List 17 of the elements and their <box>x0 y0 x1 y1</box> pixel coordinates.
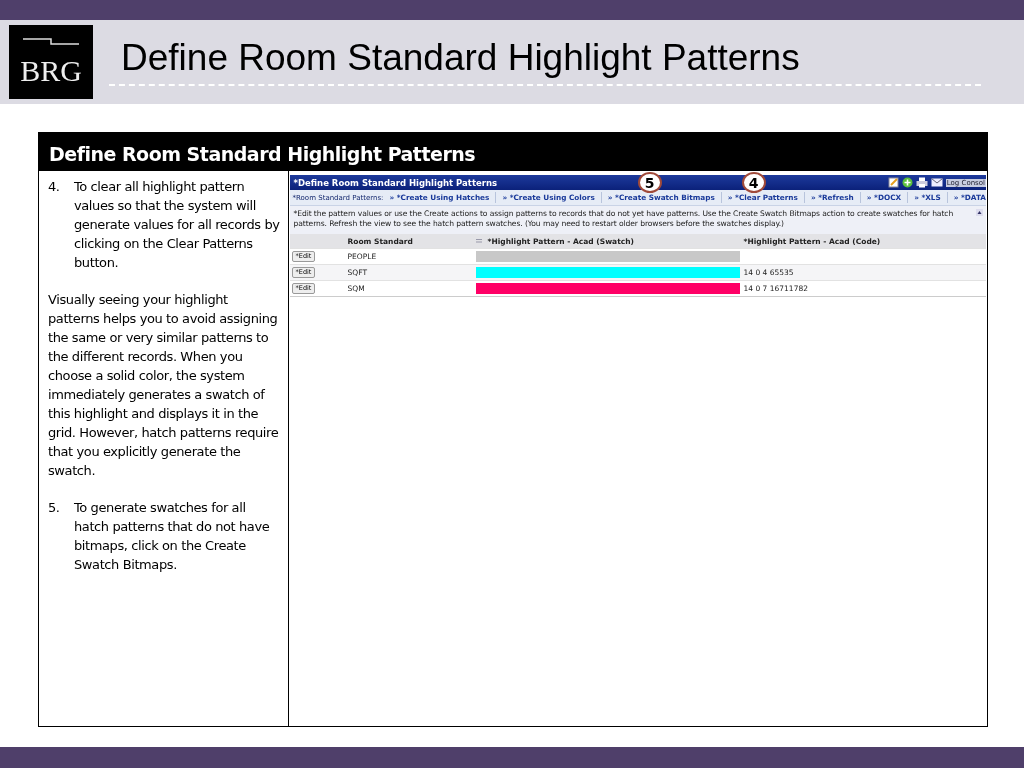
app-title: *Define Room Standard Highlight Patterns <box>293 177 498 188</box>
box-heading: Define Room Standard Highlight Patterns <box>39 133 987 171</box>
step-number: 5. <box>48 499 61 517</box>
callout-number: 5 <box>637 172 662 193</box>
printer-icon[interactable] <box>915 177 928 188</box>
logo-mark-icon <box>23 38 79 46</box>
notepad-icon[interactable] <box>887 177 899 188</box>
callout-number: 4 <box>741 172 766 193</box>
step-number: 4. <box>48 178 61 196</box>
logo-text: BRG <box>20 56 82 86</box>
mail-icon[interactable] <box>930 178 943 187</box>
step-text: To clear all highlight pattern values so that the system will generate values for all records by clicking on the Clear Patterns button. <box>74 178 280 272</box>
add-icon[interactable] <box>901 177 913 188</box>
paragraph: Visually seeing your highlight patterns helps you to avoid assigning the same or very similar patterns to the different records. When you choose a solid color, the system immediately generates a swatch of this highlight and displays it in the grid. However, hatch patterns require that you explicitly generate the swatch. <box>48 291 280 480</box>
slide-title: Define Room Standard Highlight Patterns <box>121 37 801 79</box>
step-text: To generate swatches for all hatch patterns that do not have bitmaps, click on the Create Swatch Bitmaps. <box>74 499 271 574</box>
scroll-up-icon[interactable] <box>976 209 983 216</box>
